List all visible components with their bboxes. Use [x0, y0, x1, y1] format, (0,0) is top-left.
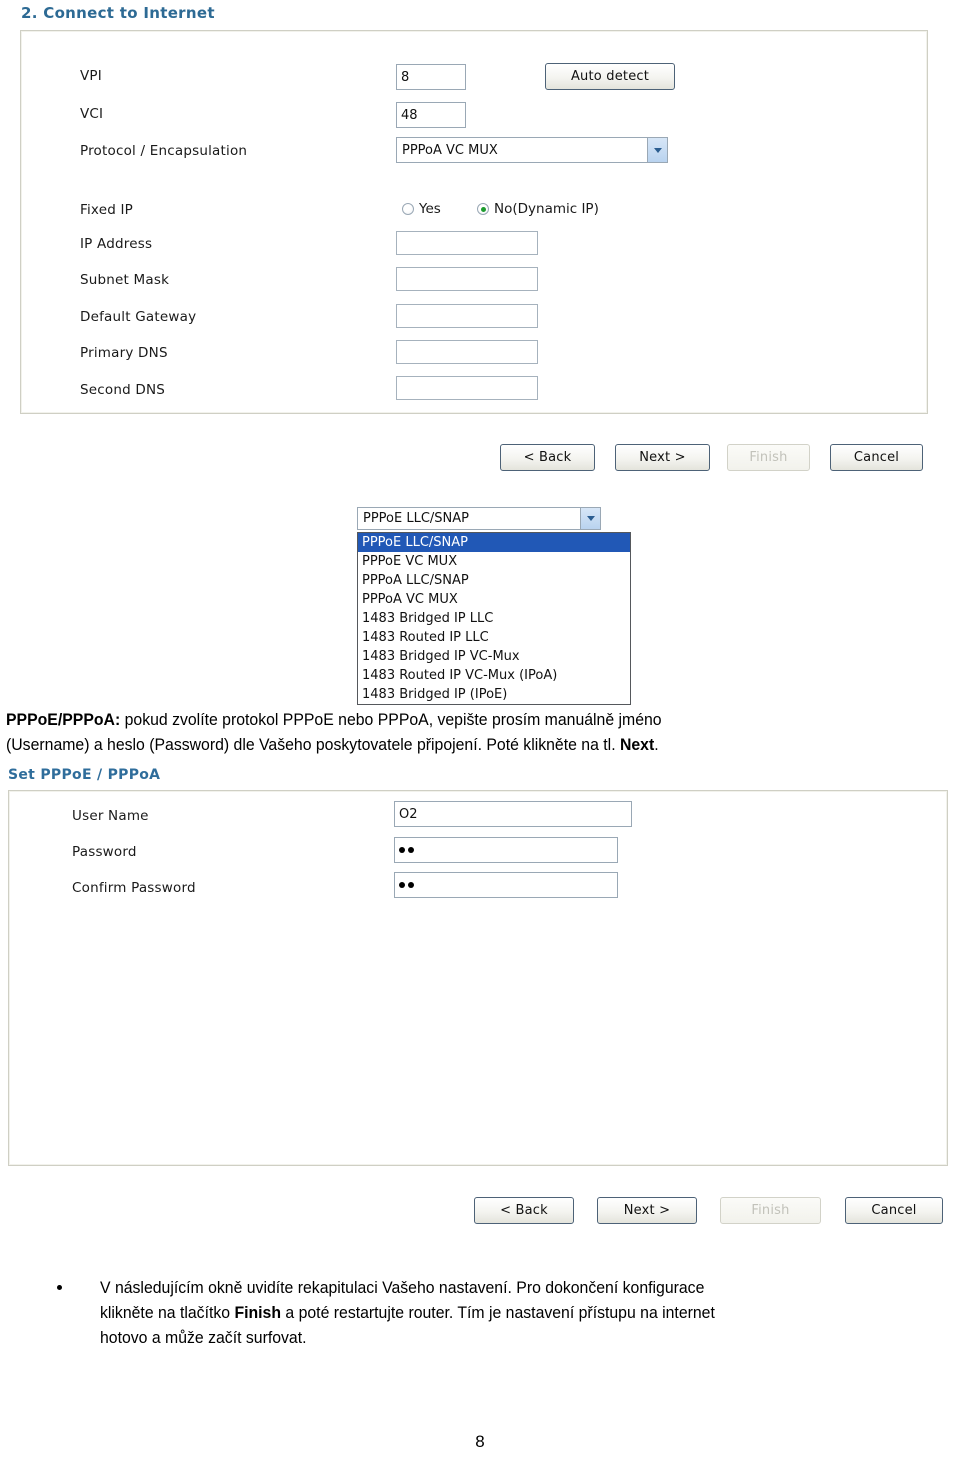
- primary-dns-input[interactable]: [396, 340, 538, 364]
- confirm-password-masked-value: [399, 882, 414, 888]
- bullet-icon: [57, 1285, 62, 1290]
- confirm-password-input[interactable]: [394, 872, 618, 898]
- fixed-ip-radio-yes[interactable]: Yes: [402, 201, 441, 217]
- second-dns-label: Second DNS: [80, 382, 166, 398]
- protocol-option[interactable]: PPPoE LLC/SNAP: [358, 533, 630, 552]
- chevron-down-icon[interactable]: [647, 138, 667, 162]
- protocol-dropdown-list[interactable]: PPPoE LLC/SNAP PPPoE VC MUX PPPoA LLC/SNAP…: [357, 532, 631, 705]
- paragraph-finish-line1: V následujícím okně uvidíte rekapitulaci…: [100, 1278, 705, 1297]
- protocol-dropdown-value: PPPoE LLC/SNAP: [363, 511, 470, 526]
- section-pppoe-title: Set PPPoE / PPPoA: [8, 767, 161, 783]
- paragraph-pppoe-line2-after: .: [654, 735, 659, 754]
- protocol-select-value: PPPoA VC MUX: [402, 142, 498, 158]
- protocol-encapsulation-label: Protocol / Encapsulation: [80, 143, 248, 159]
- paragraph-pppoe-line2-before: (Username) a heslo (Password) dle Vašeho…: [6, 735, 620, 754]
- auto-detect-button[interactable]: Auto detect: [545, 63, 675, 90]
- default-gateway-label: Default Gateway: [80, 309, 197, 325]
- paragraph-pppoe-line2-bold: Next: [619, 735, 655, 754]
- radio-no-dynamic-ip-label: No(Dynamic IP): [494, 201, 599, 217]
- subnet-mask-input[interactable]: [396, 267, 538, 291]
- protocol-dropdown-closed-box[interactable]: PPPoE LLC/SNAP: [357, 507, 601, 530]
- fixed-ip-radio-no[interactable]: No(Dynamic IP): [477, 201, 599, 217]
- password-input[interactable]: [394, 837, 618, 863]
- radio-yes-label: Yes: [419, 201, 441, 217]
- paragraph-pppoe-lead: PPPoE/PPPoA:: [6, 710, 121, 729]
- subnet-mask-label: Subnet Mask: [80, 272, 170, 288]
- protocol-encapsulation-select[interactable]: PPPoA VC MUX: [396, 137, 668, 163]
- protocol-option[interactable]: 1483 Routed IP LLC: [358, 628, 630, 647]
- finish-button-bottom: Finish: [720, 1197, 821, 1224]
- vci-input[interactable]: 48: [396, 102, 466, 128]
- protocol-option[interactable]: PPPoA LLC/SNAP: [358, 571, 630, 590]
- next-button-bottom[interactable]: Next >: [597, 1197, 697, 1224]
- user-name-input[interactable]: O2: [394, 801, 632, 827]
- password-label: Password: [72, 844, 137, 860]
- finish-button-top: Finish: [727, 444, 810, 471]
- protocol-option[interactable]: 1483 Routed IP VC-Mux (IPoA): [358, 666, 630, 685]
- ip-address-label: IP Address: [80, 236, 153, 252]
- user-name-label: User Name: [72, 808, 149, 824]
- protocol-option[interactable]: PPPoA VC MUX: [358, 590, 630, 609]
- chevron-down-icon[interactable]: [580, 508, 600, 529]
- protocol-option[interactable]: 1483 Bridged IP (IPoE): [358, 685, 630, 704]
- back-button-bottom[interactable]: < Back: [474, 1197, 574, 1224]
- fixed-ip-label: Fixed IP: [80, 202, 133, 218]
- vpi-input[interactable]: 8: [396, 64, 466, 90]
- paragraph-finish-line2-before: klikněte na tlačítko: [100, 1303, 235, 1322]
- primary-dns-label: Primary DNS: [80, 345, 168, 361]
- paragraph-finish-line3: hotovo a může začít surfovat.: [100, 1328, 307, 1347]
- paragraph-pppoe-line1: pokud zvolíte protokol PPPoE nebo PPPoA,…: [120, 710, 662, 729]
- default-gateway-input[interactable]: [396, 304, 538, 328]
- page-number: 8: [475, 1432, 485, 1451]
- back-button-top[interactable]: < Back: [500, 444, 595, 471]
- confirm-password-label: Confirm Password: [72, 880, 196, 896]
- cancel-button-top[interactable]: Cancel: [830, 444, 923, 471]
- vpi-label: VPI: [80, 68, 102, 84]
- ip-address-input[interactable]: [396, 231, 538, 255]
- protocol-option[interactable]: 1483 Bridged IP LLC: [358, 609, 630, 628]
- next-button-top[interactable]: Next >: [615, 444, 710, 471]
- protocol-option[interactable]: PPPoE VC MUX: [358, 552, 630, 571]
- cancel-button-bottom[interactable]: Cancel: [845, 1197, 943, 1224]
- second-dns-input[interactable]: [396, 376, 538, 400]
- vci-label: VCI: [80, 106, 104, 122]
- password-masked-value: [399, 847, 414, 853]
- radio-yes-icon[interactable]: [402, 203, 414, 215]
- paragraph-pppoe: PPPoE/PPPoA: pokud zvolíte protokol PPPo…: [6, 707, 955, 757]
- paragraph-finish-line2-bold: Finish: [234, 1303, 282, 1322]
- paragraph-finish-line2-after: a poté restartujte router. Tím je nastav…: [281, 1303, 715, 1322]
- paragraph-finish: V následujícím okně uvidíte rekapitulaci…: [100, 1275, 960, 1350]
- protocol-option[interactable]: 1483 Bridged IP VC-Mux: [358, 647, 630, 666]
- radio-no-dynamic-ip-icon[interactable]: [477, 203, 489, 215]
- section-internet-title: 2. Connect to Internet: [21, 4, 215, 22]
